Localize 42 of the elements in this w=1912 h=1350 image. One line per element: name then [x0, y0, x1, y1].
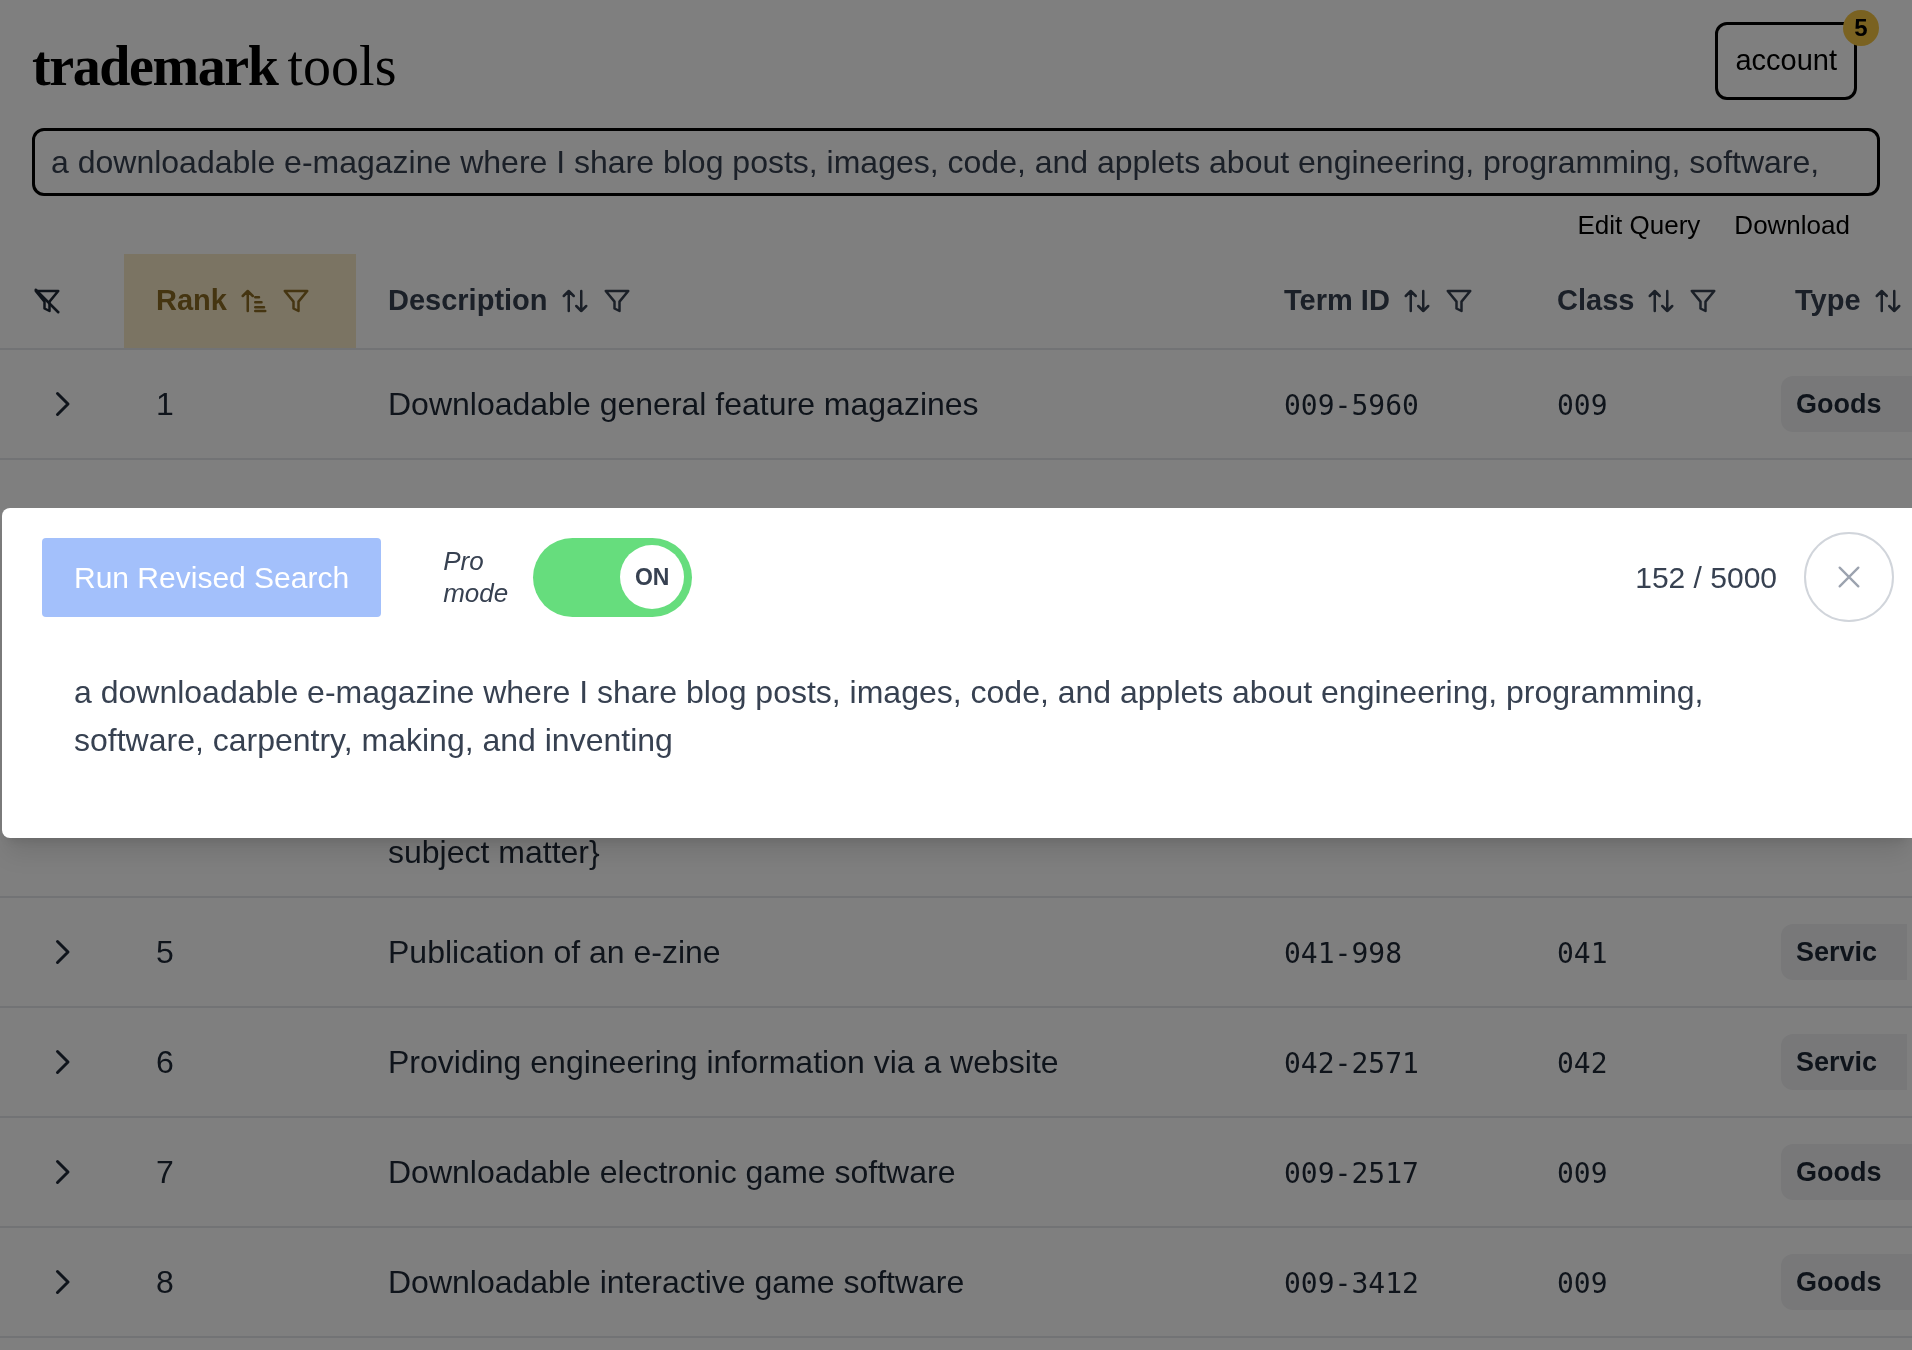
pro-mode-label: Pro mode — [443, 545, 510, 609]
description-cell: Downloadable general feature magazines — [388, 386, 979, 422]
rank-cell: 7 — [156, 1154, 174, 1190]
type-tag: Goods — [1781, 375, 1912, 433]
description-cell-text: subject matter} — [388, 833, 600, 872]
rank-cell: 1 — [156, 386, 174, 422]
filter-clear-icon[interactable] — [32, 286, 62, 316]
rank-cell: 6 — [156, 1044, 174, 1080]
query-field[interactable]: a downloadable e-magazine where I share blog posts, images, code, and applets about engineering, programming, software, — [32, 128, 1880, 196]
rank-cell: 5 — [156, 934, 174, 970]
column-header[interactable]: Class — [1525, 254, 1763, 348]
type-tag: Goods — [1781, 1143, 1912, 1201]
column-header[interactable]: Type — [1763, 254, 1912, 348]
pro-mode-toggle[interactable]: ON — [533, 537, 693, 617]
class-cell: 041 — [1557, 937, 1608, 970]
rank-cell: 8 — [156, 1264, 174, 1300]
column-header[interactable]: Rank — [124, 254, 356, 348]
description-cell: Providing engineering information via a website — [388, 1044, 1059, 1080]
type-tag: Servic — [1781, 923, 1908, 981]
notification-badge: 5 — [1843, 10, 1879, 46]
description-cell: Downloadable electronic game software — [388, 1154, 956, 1190]
description-cell: Downloadable interactive game software — [388, 1264, 965, 1300]
logo-wordmark: tools — [287, 38, 397, 94]
logo-wordmark: trademark — [32, 38, 278, 94]
query-text-area[interactable]: a downloadable e-magazine where I share blog posts, images, code, and applets about engineering, programming, software, carpentry, making, and inventing — [74, 668, 1794, 764]
column-header[interactable]: Term ID — [1252, 254, 1525, 348]
description-cell: Publication of an e-zine — [388, 934, 721, 970]
column-header[interactable]: Description — [356, 254, 1252, 348]
class-cell: 009 — [1557, 1157, 1608, 1190]
toolbar-link[interactable]: Download — [1734, 205, 1850, 245]
term-id-cell: 041-998 — [1284, 937, 1402, 970]
term-id-cell: 009-2517 — [1284, 1157, 1419, 1190]
term-id-cell: 009-3412 — [1284, 1267, 1419, 1300]
character-counter: 152 / 5000 — [1635, 559, 1777, 596]
toolbar-link[interactable]: Edit Query — [1577, 205, 1701, 245]
type-tag: Goods — [1781, 1253, 1912, 1311]
type-tag: Servic — [1781, 1033, 1908, 1091]
class-cell: 042 — [1557, 1047, 1608, 1080]
class-cell: 009 — [1557, 389, 1608, 422]
term-id-cell: 009-5960 — [1284, 389, 1419, 422]
term-id-cell: 042-2571 — [1284, 1047, 1419, 1080]
class-cell: 009 — [1557, 1267, 1608, 1300]
